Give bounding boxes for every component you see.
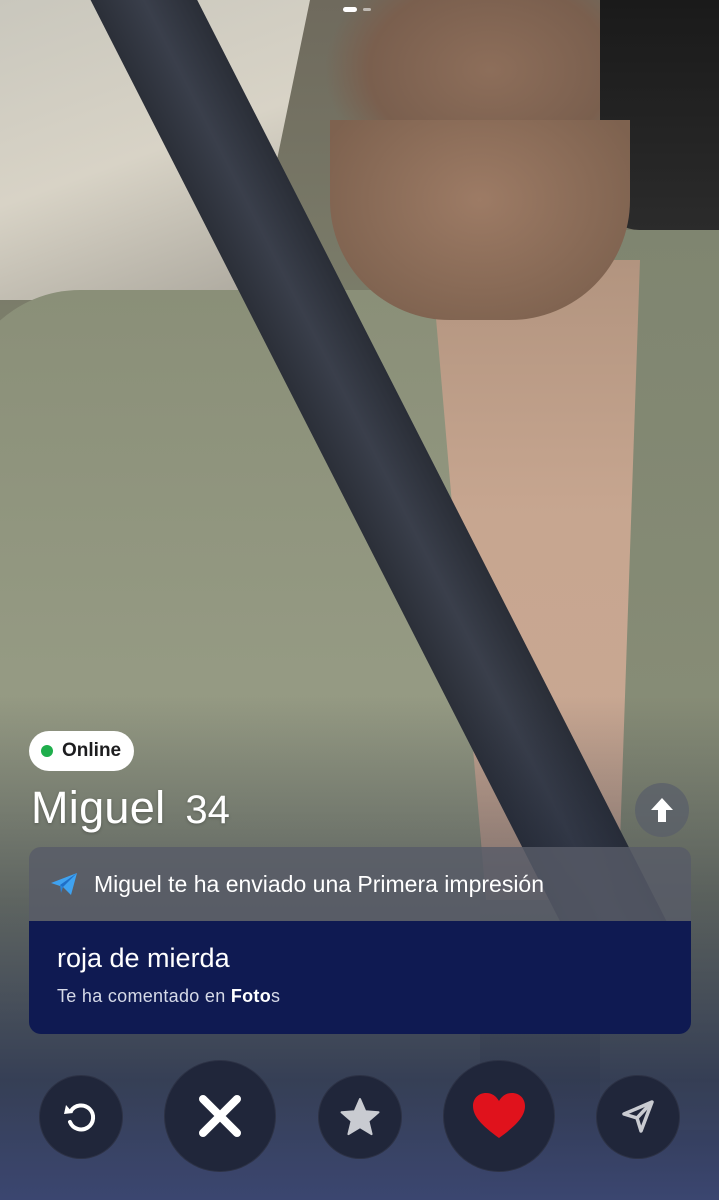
comment-context-section: Foto [230, 986, 272, 1006]
comment-text: roja de mierda [57, 943, 230, 973]
comment-context-prefix: Te ha comentado en [57, 986, 231, 1006]
online-dot-icon [41, 745, 53, 757]
first-impression-title: Miguel te ha enviado una Primera impresi… [94, 870, 545, 897]
status-badge: Online [29, 731, 135, 771]
open-profile-button[interactable] [635, 783, 689, 837]
profile-header: Miguel 34 [31, 782, 230, 834]
nope-button[interactable] [164, 1060, 276, 1172]
send-icon [622, 1100, 654, 1133]
status-label: Online [62, 740, 122, 761]
super-like-button[interactable] [318, 1075, 402, 1159]
profile-age: 34 [185, 788, 230, 832]
star-icon [340, 1098, 380, 1136]
heart-icon [473, 1093, 525, 1138]
close-icon [199, 1095, 241, 1137]
rewind-icon [64, 1103, 96, 1132]
rewind-button[interactable] [39, 1075, 123, 1159]
like-button[interactable] [443, 1060, 555, 1172]
boost-button[interactable] [596, 1075, 680, 1159]
profile-name: Miguel [31, 782, 166, 833]
photo-indicator [363, 8, 371, 11]
comment-context-suffix: s [271, 986, 281, 1006]
comment-box: roja de mierda Te ha comentado en Fotos [29, 921, 691, 1034]
first-impression-card[interactable]: Miguel te ha enviado una Primera impresi… [29, 847, 691, 1034]
photo-indicator-active [343, 7, 357, 12]
first-impression-header: Miguel te ha enviado una Primera impresi… [29, 847, 691, 921]
paper-plane-icon [49, 871, 79, 897]
comment-context: Te ha comentado en Fotos [57, 986, 663, 1007]
action-bar [0, 1060, 719, 1172]
arrow-up-icon [651, 798, 673, 822]
